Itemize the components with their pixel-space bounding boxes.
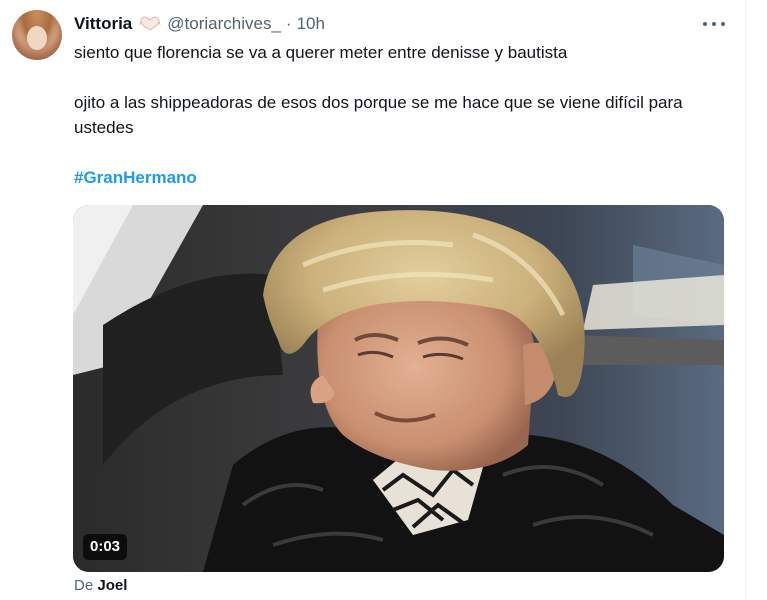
separator-dot: · — [285, 14, 292, 33]
tweet-text: siento que florencia se va a querer mete… — [74, 40, 734, 190]
avatar[interactable] — [12, 10, 62, 60]
display-name[interactable]: Vittoria — [74, 14, 132, 34]
avatar-face — [27, 26, 47, 50]
column-divider — [745, 0, 746, 600]
video-player[interactable]: 0:03 — [73, 205, 724, 572]
user-handle[interactable]: @toriarchives_ — [167, 14, 281, 34]
tweet-line-2: ojito a las shippeadoras de esos dos por… — [74, 93, 683, 137]
heart-hands-icon — [139, 16, 161, 32]
media-source: De Joel — [74, 577, 127, 594]
video-frame — [73, 205, 724, 572]
tweet-line-1: siento que florencia se va a querer mete… — [74, 43, 568, 62]
hashtag-link[interactable]: #GranHermano — [74, 168, 197, 187]
source-prefix: De — [74, 577, 94, 594]
video-duration: 0:03 — [83, 534, 128, 560]
tweet-header: Vittoria @toriarchives_ · 10h — [74, 14, 325, 34]
more-horizontal-icon[interactable] — [703, 14, 725, 34]
timestamp[interactable]: 10h — [297, 14, 325, 34]
source-author[interactable]: Joel — [97, 577, 127, 594]
